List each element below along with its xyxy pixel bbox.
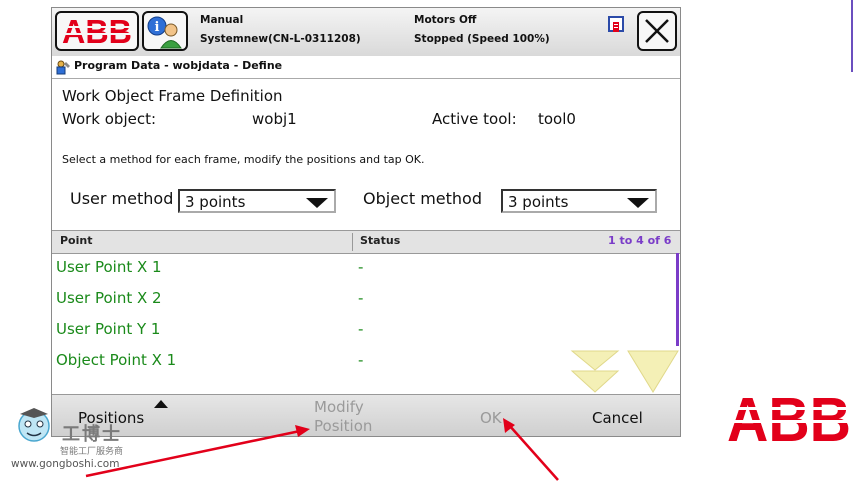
table-header: Point Status 1 to 4 of 6 — [52, 230, 680, 254]
menu-up-arrow-icon — [154, 400, 168, 408]
object-method-dropdown[interactable]: 3 points — [501, 189, 657, 213]
window-title: Program Data - wobjdata - Define — [74, 59, 283, 72]
modify-position-button[interactable]: Modify Position — [288, 395, 398, 436]
point-name: Object Point X 1 — [56, 351, 177, 369]
watermark-url: www.gongboshi.com — [11, 458, 120, 470]
page-heading: Work Object Frame Definition — [62, 87, 283, 105]
svg-text:ABB: ABB — [62, 17, 132, 45]
event-log-icon[interactable] — [608, 16, 624, 32]
flexpendant-window: ABB i Manual Systemnew(CN-L-0311208) Mot… — [51, 7, 681, 437]
point-name: User Point Y 1 — [56, 320, 161, 338]
svg-text:ABB: ABB — [727, 393, 851, 443]
ok-button[interactable]: OK — [452, 395, 532, 436]
cancel-label: Cancel — [592, 409, 643, 427]
cancel-button[interactable]: Cancel — [562, 395, 680, 436]
table-row[interactable]: User Point Y 1 - — [52, 315, 676, 346]
instruction-text: Select a method for each frame, modify t… — [62, 153, 425, 166]
active-tool-value: tool0 — [538, 110, 576, 128]
program-state: Stopped (Speed 100%) — [414, 33, 550, 45]
close-icon — [645, 19, 669, 43]
close-button[interactable] — [637, 11, 677, 51]
user-info-icon: i — [147, 16, 182, 49]
point-status: - — [358, 258, 364, 276]
edge-line — [851, 0, 853, 72]
window-title-bar: Program Data - wobjdata - Define — [52, 56, 680, 79]
modify-position-label-2: Position — [314, 417, 373, 435]
object-method-value: 3 points — [508, 193, 569, 211]
modify-position-label-1: Modify — [314, 398, 364, 416]
table-row[interactable]: User Point X 2 - — [52, 284, 676, 315]
svg-text:i: i — [155, 20, 160, 35]
scrollbar[interactable] — [676, 253, 679, 346]
column-header-status: Status — [360, 234, 401, 247]
work-object-value: wobj1 — [252, 110, 297, 128]
point-name: User Point X 2 — [56, 289, 162, 307]
active-tool-label: Active tool: — [432, 110, 517, 128]
abb-menu-button[interactable]: ABB — [55, 11, 139, 51]
point-status: - — [358, 351, 364, 369]
abb-logo-icon: ABB — [61, 17, 133, 45]
work-object-label: Work object: — [62, 110, 157, 128]
object-method-label: Object method — [363, 189, 482, 208]
column-header-point: Point — [60, 234, 93, 247]
program-data-icon — [56, 60, 70, 75]
mascot-icon — [18, 408, 50, 442]
watermark-slogan: 智能工厂服务商 — [60, 447, 124, 457]
point-status: - — [358, 289, 364, 307]
chevron-down-icon — [627, 198, 649, 208]
motors-state: Motors Off — [414, 14, 477, 26]
user-method-label: User method — [70, 189, 174, 208]
watermark-brand: 工博士 — [62, 424, 122, 445]
command-bar: Positions Modify Position OK Cancel — [52, 394, 680, 436]
user-method-value: 3 points — [185, 193, 246, 211]
row-range-indicator: 1 to 4 of 6 — [608, 234, 672, 247]
point-name: User Point X 1 — [56, 258, 162, 276]
operating-mode: Manual — [200, 14, 244, 26]
quickset-user-button[interactable]: i — [142, 11, 188, 51]
status-bar: ABB i Manual Systemnew(CN-L-0311208) Mot… — [52, 8, 680, 57]
scroll-down-icon[interactable] — [570, 348, 680, 394]
user-method-dropdown[interactable]: 3 points — [178, 189, 336, 213]
point-status: - — [358, 320, 364, 338]
system-name: Systemnew(CN-L-0311208) — [200, 33, 361, 45]
abb-logo: ABB — [726, 393, 852, 443]
table-row[interactable]: User Point X 1 - — [52, 253, 676, 284]
ok-label: OK — [480, 409, 502, 427]
column-separator — [352, 233, 353, 251]
chevron-down-icon — [306, 198, 328, 208]
